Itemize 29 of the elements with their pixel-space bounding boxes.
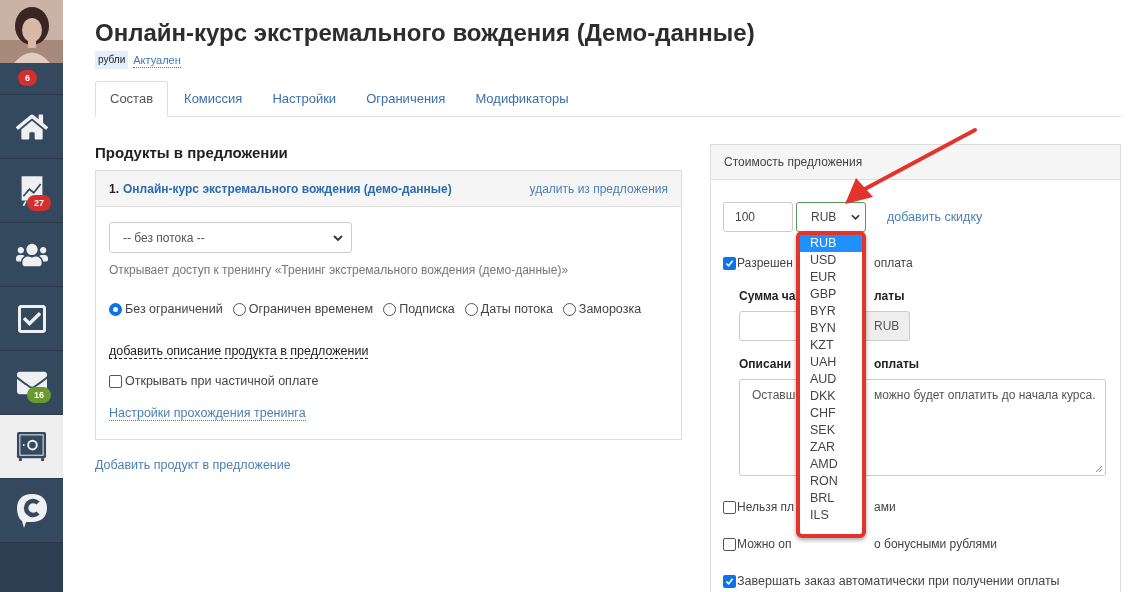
access-note: Открывает доступ к тренингу «Тренинг экстремального вождения (демо-данные)» xyxy=(109,262,570,278)
product-number: 1. xyxy=(109,180,119,198)
page-title: Онлайн-курс экстремального вождения (Демо-данные) xyxy=(95,18,756,48)
field-label: Описани xyxy=(739,356,792,373)
currency-addon: RUB xyxy=(864,311,911,341)
checkbox-label: Нельзя пл xyxy=(737,499,795,516)
count-badge: 27 xyxy=(27,195,51,211)
radio-label: Заморозка xyxy=(578,301,642,318)
field-label: Сумма ча xyxy=(739,288,796,305)
section-title: Продукты в предложении xyxy=(95,143,289,163)
checkbox-label: ами xyxy=(874,499,896,516)
checkbox-label: Завершать заказ автоматически при получении оплаты xyxy=(737,573,1060,590)
count-badge: 16 xyxy=(27,387,51,403)
currency-tag: рубли xyxy=(95,51,129,69)
checkbox-label: Разрешен xyxy=(737,255,793,272)
checkbox-label: оплата xyxy=(874,255,913,272)
checkbox-label: Открывать при частичной оплате xyxy=(125,372,319,390)
radio-label: Ограничен временем xyxy=(248,301,374,318)
field-text: Оставш xyxy=(752,387,796,404)
radio-label: Без ограничений xyxy=(125,301,223,318)
radio-label: Подписка xyxy=(399,301,455,318)
radio-label: Даты потока xyxy=(480,301,553,318)
field-text: можно будет оплатить до начала курса. xyxy=(874,387,1097,404)
checkbox-label: Можно оп xyxy=(737,536,792,553)
count-badge: 6 xyxy=(18,70,37,86)
field-label: оплаты xyxy=(874,356,920,373)
field-label: латы xyxy=(874,288,906,305)
panel-title: Стоимость предложения xyxy=(724,154,863,171)
checkbox-label: о бонусными рублями xyxy=(874,536,998,553)
